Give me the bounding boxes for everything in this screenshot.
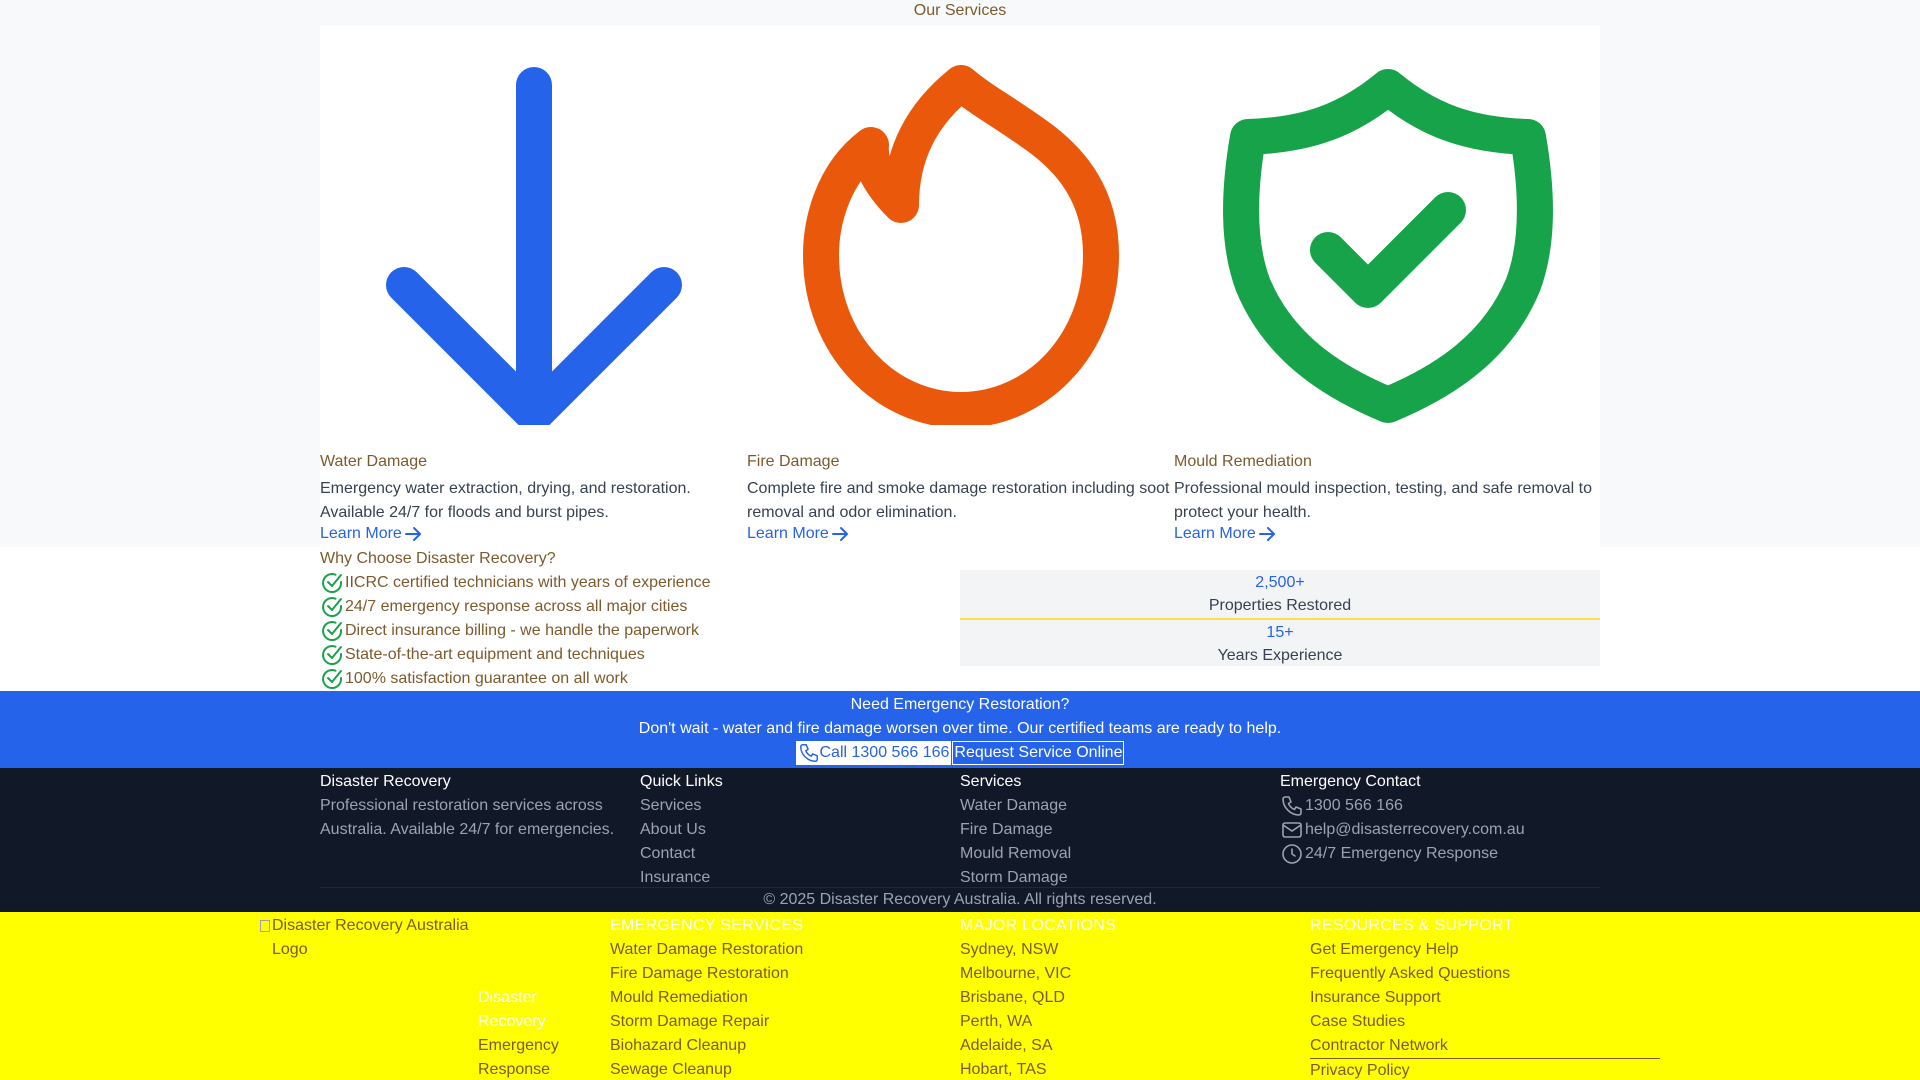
footer-email[interactable]: help@disasterrecovery.com.au xyxy=(1280,818,1600,842)
list-item: Direct insurance billing - we handle the… xyxy=(320,619,960,643)
stat-label: Years Experience xyxy=(1217,647,1343,664)
phone-icon xyxy=(799,744,818,762)
footer-link[interactable]: Storm Damage Repair xyxy=(610,1010,803,1034)
footer-link-contact[interactable]: Contact xyxy=(640,842,960,866)
emergency-cta-banner: Need Emergency Restoration? Don't wait -… xyxy=(0,691,1920,768)
footer-link-mould[interactable]: Mould Removal xyxy=(960,842,1280,866)
footer-link-about[interactable]: About Us xyxy=(640,818,960,842)
footer-phone[interactable]: 1300 566 166 xyxy=(1280,794,1600,818)
check-circle-icon xyxy=(322,645,343,666)
service-name: Mould Remediation xyxy=(1174,453,1312,470)
footer-heading: Services xyxy=(960,773,1022,790)
services-section: Our Services Water Damage Emergency wate… xyxy=(0,0,1920,547)
stat-number: 2,500+ xyxy=(1255,574,1305,591)
why-title: Why Choose Disaster Recovery? xyxy=(320,550,556,567)
footer-link-water[interactable]: Water Damage xyxy=(960,794,1280,818)
cta-actions: Call 1300 566 166 Request Service Online xyxy=(0,741,1920,765)
footer-link[interactable]: Water Damage Restoration xyxy=(610,938,803,962)
footer-link[interactable]: Fire Damage Restoration xyxy=(610,962,803,986)
request-service-button[interactable]: Request Service Online xyxy=(952,741,1125,765)
service-card-water: Water Damage Emergency water extraction,… xyxy=(320,25,747,547)
learn-more-link-fire[interactable]: Learn More xyxy=(747,525,849,543)
cta-text: Don't wait - water and fire damage worse… xyxy=(638,720,1282,737)
stat-years: 15+ Years Experience xyxy=(960,618,1600,666)
service-name: Water Damage xyxy=(320,453,427,470)
footer-link[interactable]: Frequently Asked Questions xyxy=(1310,962,1660,986)
footer-link[interactable]: Mould Remediation xyxy=(610,986,803,1010)
service-name: Fire Damage xyxy=(747,453,840,470)
footer-link[interactable]: Hobart, TAS xyxy=(960,1058,1116,1080)
service-description: Professional mould inspection, testing, … xyxy=(1174,480,1593,521)
stat-properties: 2,500+ Properties Restored xyxy=(960,570,1600,618)
footer-hours: 24/7 Emergency Response xyxy=(1280,842,1600,866)
learn-more-link-water[interactable]: Learn More xyxy=(320,525,422,543)
cta-title: Need Emergency Restoration? xyxy=(850,696,1070,713)
footer-link[interactable]: Biohazard Cleanup xyxy=(610,1034,803,1058)
footer-link-services[interactable]: Services xyxy=(640,794,960,818)
copyright: © 2025 Disaster Recovery Australia. All … xyxy=(763,891,1157,908)
footer-link[interactable]: Sydney, NSW xyxy=(960,938,1116,962)
column-heading: Resources & Support xyxy=(1310,917,1514,934)
flame-icon xyxy=(747,25,1174,445)
check-circle-icon xyxy=(322,597,343,618)
arrow-down-icon xyxy=(320,25,747,445)
footer-contact: Emergency Contact 1300 566 166 help@disa… xyxy=(1280,768,1600,866)
column-heading: Major Locations xyxy=(960,917,1117,934)
list-item: 100% satisfaction guarantee on all work xyxy=(320,667,960,691)
emergency-services-column: Emergency Services Water Damage Restorat… xyxy=(610,912,803,1080)
services-title: Our Services xyxy=(913,2,1007,19)
footer-link[interactable]: Insurance Support xyxy=(1310,986,1660,1010)
footer-link[interactable]: Brisbane, QLD xyxy=(960,986,1116,1010)
footer-link[interactable]: Get Emergency Help xyxy=(1310,938,1660,962)
service-description: Complete fire and smoke damage restorati… xyxy=(747,480,1170,521)
footer-link[interactable]: Perth, WA xyxy=(960,1010,1116,1034)
footer-brand-title: Disaster Recovery xyxy=(320,773,451,790)
arrow-right-icon xyxy=(831,527,848,541)
why-choose-section: Why Choose Disaster Recovery? IICRC cert… xyxy=(320,547,960,691)
footer-heading: Emergency Contact xyxy=(1280,773,1421,790)
list-item: State-of-the-art equipment and technique… xyxy=(320,643,960,667)
list-item: 24/7 emergency response across all major… xyxy=(320,595,960,619)
arrow-right-icon xyxy=(404,527,421,541)
stats-panel: 2,500+ Properties Restored 15+ Years Exp… xyxy=(960,570,1600,666)
phone-icon xyxy=(1282,796,1302,816)
arrow-right-icon xyxy=(1258,527,1275,541)
resources-column: Resources & Support Get Emergency Help F… xyxy=(1310,912,1660,1080)
check-circle-icon xyxy=(322,573,343,594)
service-description: Emergency water extraction, drying, and … xyxy=(320,480,691,521)
call-button[interactable]: Call 1300 566 166 xyxy=(795,741,952,765)
stat-number: 15+ xyxy=(1266,624,1294,641)
service-card-fire: Fire Damage Complete fire and smoke dama… xyxy=(747,25,1174,547)
footer-link[interactable]: Adelaide, SA xyxy=(960,1034,1116,1058)
site-footer: Disaster Recovery Professional restorati… xyxy=(0,768,1920,912)
service-card-mould: Mould Remediation Professional mould ins… xyxy=(1174,25,1601,547)
footer-brand-text: Professional restoration services across… xyxy=(320,797,615,838)
check-circle-icon xyxy=(322,621,343,642)
footer-link[interactable]: Privacy Policy xyxy=(1310,1059,1660,1080)
footer-heading: Quick Links xyxy=(640,773,723,790)
stat-label: Properties Restored xyxy=(1208,597,1352,614)
broken-image-icon xyxy=(260,920,270,932)
footer-link[interactable]: Case Studies xyxy=(1310,1010,1660,1034)
footer-link[interactable]: Contractor Network xyxy=(1310,1034,1660,1059)
mail-icon xyxy=(1282,822,1302,838)
locations-column: Major Locations Sydney, NSW Melbourne, V… xyxy=(960,912,1116,1080)
footer-link-fire[interactable]: Fire Damage xyxy=(960,818,1280,842)
learn-more-link-mould[interactable]: Learn More xyxy=(1174,525,1276,543)
footer-brand-column: Disaster Recovery Professional restorati… xyxy=(320,768,640,842)
secondary-brand: Disaster Recovery Emergency Response xyxy=(478,989,559,1078)
shield-check-icon xyxy=(1174,25,1601,445)
list-item: IICRC certified technicians with years o… xyxy=(320,571,960,595)
check-circle-icon xyxy=(322,669,343,690)
secondary-footer: Disaster Recovery Australia Logo Disaste… xyxy=(0,912,1920,1080)
clock-icon xyxy=(1282,844,1302,864)
column-heading: Emergency Services xyxy=(610,917,804,934)
footer-link[interactable]: Sewage Cleanup xyxy=(610,1058,803,1080)
services-grid: Water Damage Emergency water extraction,… xyxy=(320,25,1600,547)
logo[interactable]: Disaster Recovery Australia Logo xyxy=(260,914,478,962)
footer-quick-links: Quick Links Services About Us Contact In… xyxy=(640,768,960,890)
footer-services: Services Water Damage Fire Damage Mould … xyxy=(960,768,1280,890)
footer-link[interactable]: Melbourne, VIC xyxy=(960,962,1116,986)
